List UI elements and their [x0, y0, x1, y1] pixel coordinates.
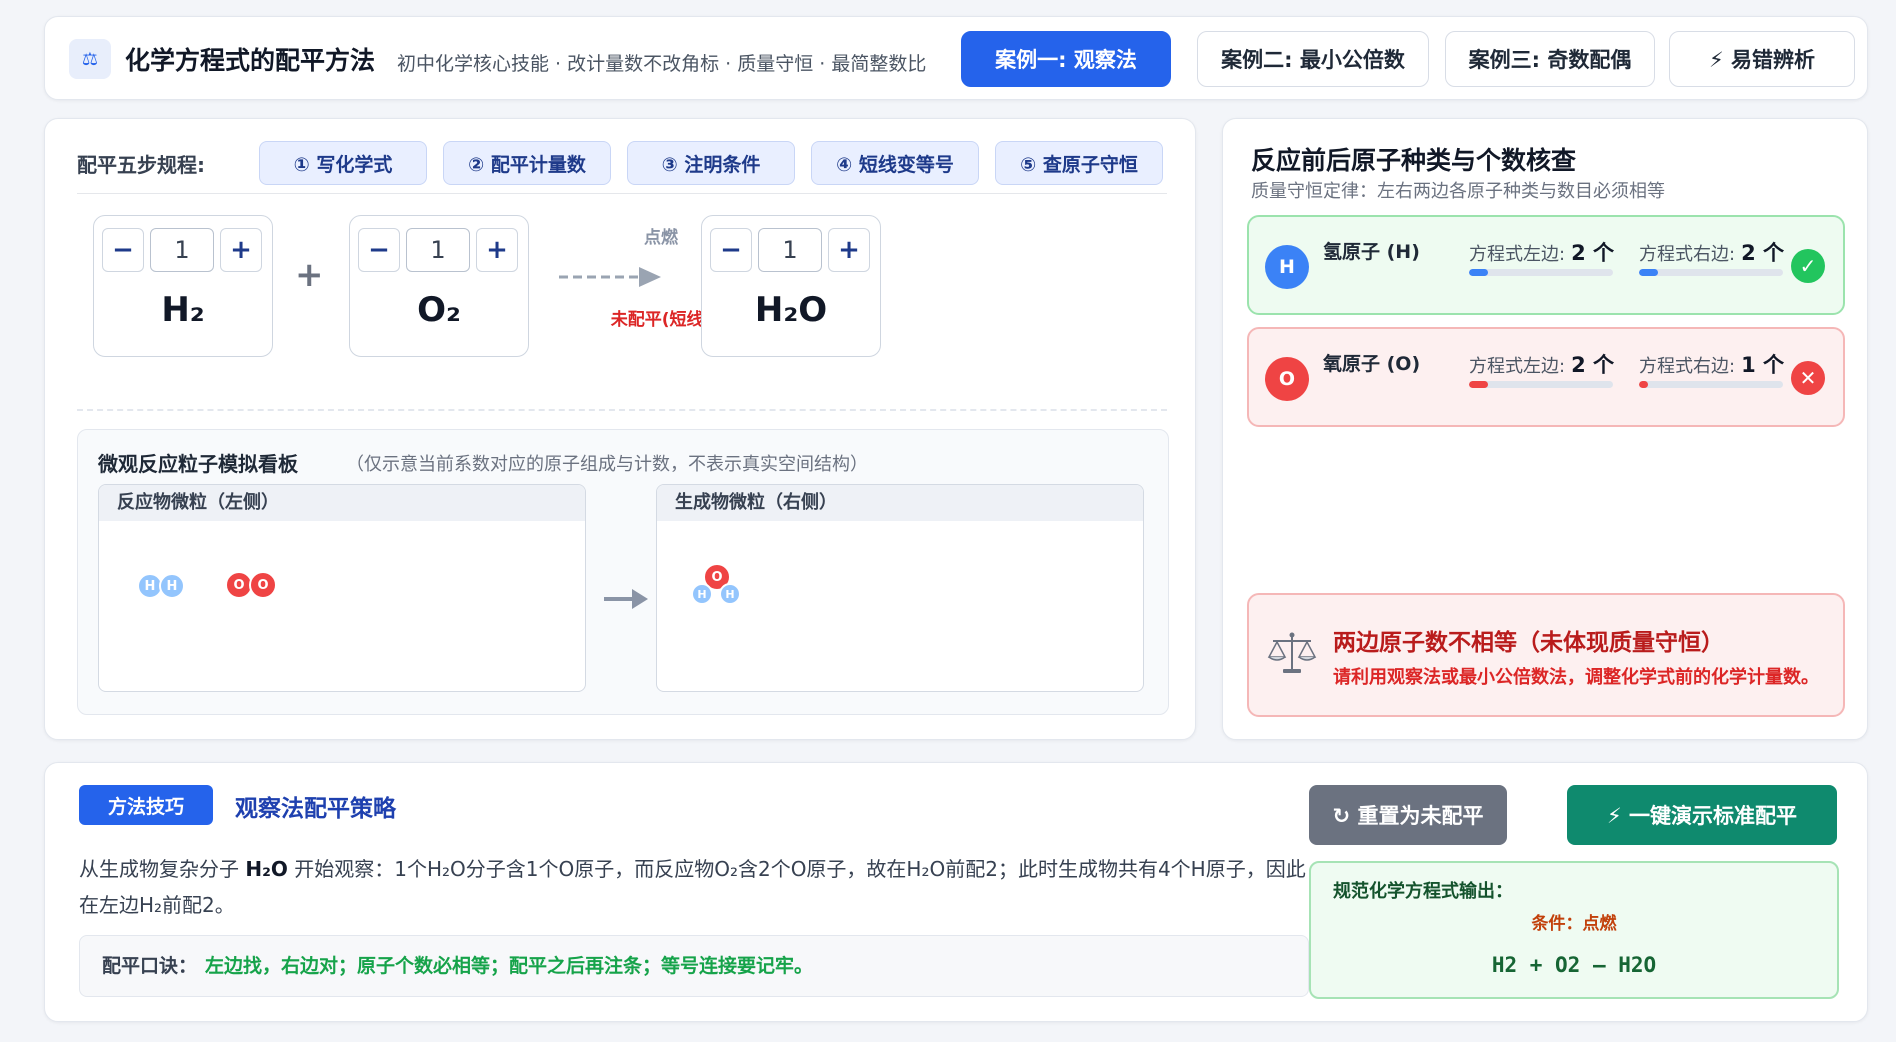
- right-count-label: 方程式右边:: [1639, 356, 1736, 377]
- species-formula: O₂: [417, 290, 461, 330]
- method-title: 观察法配平策略: [235, 796, 396, 822]
- mnemonic-box: 配平口诀： 左边找，右边对；原子个数必相等；配平之后再注条；等号连接要记牢。: [79, 935, 1309, 997]
- oxygen-atom: O: [249, 571, 277, 599]
- increment-button[interactable]: +: [220, 228, 262, 272]
- hydrogen-badge: H: [1265, 245, 1309, 289]
- app-subtitle: 初中化学核心技能 · 改计量数不改角标 · 质量守恒 · 最简整数比: [397, 53, 927, 75]
- right-count-label: 方程式右边:: [1639, 244, 1736, 265]
- balance-logo-icon: ⚖: [69, 39, 111, 79]
- left-count-label: 方程式左边:: [1469, 356, 1566, 377]
- dashed-divider: [77, 409, 1167, 411]
- warning-title: 两边原子数不相等（未体现质量守恒）: [1333, 630, 1724, 656]
- bar-fill: [1469, 269, 1488, 276]
- right-count-bar: [1639, 269, 1783, 276]
- plus-sign: +: [295, 255, 324, 295]
- atom-check-hydrogen: H 氢原子 (H) 方程式左边: 2 个 方程式右边: 2 个 ✓: [1247, 215, 1845, 315]
- right-count-value: 1 个: [1741, 353, 1785, 377]
- coefficient-input[interactable]: 1: [150, 228, 214, 272]
- step-chip-equals[interactable]: ④ 短线变等号: [811, 141, 979, 185]
- bar-fill: [1469, 381, 1488, 388]
- coefficient-input[interactable]: 1: [406, 228, 470, 272]
- left-count-value: 2 个: [1571, 241, 1615, 265]
- bar-fill: [1639, 269, 1658, 276]
- reactant-particles-box: 反应物微粒（左侧） H H O O: [98, 484, 586, 692]
- tab-case-odd-even[interactable]: 案例三: 奇数配偶: [1445, 31, 1655, 87]
- species-formula: H₂O: [754, 290, 828, 330]
- species-formula: H₂: [161, 290, 205, 330]
- decrement-button[interactable]: −: [102, 228, 144, 272]
- left-count-label: 方程式左边:: [1469, 244, 1566, 265]
- micro-particle-board: 微观反应粒子模拟看板 （仅示意当前系数对应的原子组成与计数，不表示真实空间结构）…: [77, 429, 1169, 715]
- increment-button[interactable]: +: [476, 228, 518, 272]
- check-title: 反应前后原子种类与个数核查: [1251, 146, 1577, 175]
- hydrogen-atom: H: [691, 583, 713, 605]
- atom-name: 氧原子 (O): [1323, 353, 1421, 375]
- right-count: 方程式右边: 1 个: [1639, 349, 1784, 379]
- product-particles-box: 生成物微粒（右侧） O H H: [656, 484, 1144, 692]
- right-count: 方程式右边: 2 个: [1639, 237, 1784, 267]
- micro-board-title: 微观反应粒子模拟看板: [98, 452, 298, 476]
- warning-message: 请利用观察法或最小公倍数法，调整化学式前的化学计量数。: [1333, 667, 1819, 688]
- check-subtitle: 质量守恒定律：左右两边各原子种类与数目必须相等: [1251, 181, 1665, 202]
- oxygen-badge: O: [1265, 357, 1309, 401]
- decrement-button[interactable]: −: [358, 228, 400, 272]
- description-key-molecule: H₂O: [245, 857, 288, 881]
- increment-button[interactable]: +: [828, 228, 870, 272]
- reset-button[interactable]: ↻ 重置为未配平: [1309, 785, 1507, 845]
- method-description: 从生成物复杂分子 H₂O 开始观察：1个H₂O分子含1个O原子，而反应物O₂含2…: [79, 851, 1309, 923]
- step-chip-balance[interactable]: ② 配平计量数: [443, 141, 611, 185]
- output-condition: 条件：点燃: [1531, 914, 1617, 934]
- description-text: 从生成物复杂分子: [79, 857, 246, 881]
- coefficient-input[interactable]: 1: [758, 228, 822, 272]
- bar-fill: [1639, 381, 1648, 388]
- steps-label: 配平五步规程:: [77, 153, 205, 177]
- reactant-particles-title: 反应物微粒（左侧）: [99, 485, 585, 521]
- tab-case-lcm[interactable]: 案例二: 最小公倍数: [1197, 31, 1429, 87]
- demo-balance-button[interactable]: ⚡ 一键演示标准配平: [1567, 785, 1837, 845]
- atom-name: 氢原子 (H): [1323, 241, 1420, 263]
- check-icon: ✓: [1791, 249, 1825, 283]
- tab-case-observation[interactable]: 案例一: 观察法: [961, 31, 1171, 87]
- mnemonic-text: 左边找，右边对；原子个数必相等；配平之后再注条；等号连接要记牢。: [205, 955, 814, 977]
- right-count-bar: [1639, 381, 1783, 388]
- species-card-h2o: − 1 + H₂O: [701, 215, 881, 357]
- hydrogen-atom: H: [159, 573, 185, 599]
- decrement-button[interactable]: −: [710, 228, 752, 272]
- imbalance-warning: 两边原子数不相等（未体现质量守恒） 请利用观察法或最小公倍数法，调整化学式前的化…: [1247, 593, 1845, 717]
- coefficient-stepper: − 1 +: [710, 228, 872, 272]
- species-card-o2: − 1 + O₂: [349, 215, 529, 357]
- output-equation: H2 + O2 — H2O: [1491, 953, 1657, 977]
- reaction-arrow-icon: [604, 589, 648, 609]
- dashed-arrow-icon: [559, 267, 661, 287]
- balance-scale-icon: [1267, 632, 1317, 673]
- step-chip-condition[interactable]: ③ 注明条件: [627, 141, 795, 185]
- left-count: 方程式左边: 2 个: [1469, 237, 1614, 267]
- mnemonic-label: 配平口诀：: [102, 955, 198, 977]
- coefficient-stepper: − 1 +: [102, 228, 264, 272]
- product-particles-title: 生成物微粒（右侧）: [657, 485, 1143, 521]
- divider: [77, 193, 1167, 194]
- app-title: 化学方程式的配平方法: [125, 46, 376, 75]
- left-count: 方程式左边: 2 个: [1469, 349, 1614, 379]
- equation-output: 规范化学方程式输出： 条件：点燃 H2 + O2 — H2O: [1309, 861, 1839, 999]
- right-count-value: 2 个: [1741, 241, 1785, 265]
- left-count-bar: [1469, 269, 1613, 276]
- hydrogen-atom: H: [719, 583, 741, 605]
- micro-board-note: （仅示意当前系数对应的原子组成与计数，不表示真实空间结构）: [346, 454, 868, 475]
- equation-workspace: 配平五步规程: ① 写化学式 ② 配平计量数 ③ 注明条件 ④ 短线变等号 ⑤ …: [44, 118, 1196, 740]
- coefficient-stepper: − 1 +: [358, 228, 520, 272]
- species-card-h2: − 1 + H₂: [93, 215, 273, 357]
- left-count-bar: [1469, 381, 1613, 388]
- left-count-value: 2 个: [1571, 353, 1615, 377]
- atom-check-oxygen: O 氧原子 (O) 方程式左边: 2 个 方程式右边: 1 个 ✕: [1247, 327, 1845, 427]
- step-chip-check-atoms[interactable]: ⑤ 查原子守恒: [995, 141, 1163, 185]
- step-chip-write-formula[interactable]: ① 写化学式: [259, 141, 427, 185]
- method-badge: 方法技巧: [79, 785, 213, 825]
- output-title: 规范化学方程式输出：: [1333, 881, 1513, 902]
- tab-common-mistakes[interactable]: ⚡ 易错辨析: [1669, 31, 1855, 87]
- header-bar: ⚖ 化学方程式的配平方法 初中化学核心技能 · 改计量数不改角标 · 质量守恒 …: [44, 16, 1868, 100]
- method-tips-panel: 方法技巧 观察法配平策略 从生成物复杂分子 H₂O 开始观察：1个H₂O分子含1…: [44, 762, 1868, 1022]
- cross-icon: ✕: [1791, 361, 1825, 395]
- atom-check-panel: 反应前后原子种类与个数核查 质量守恒定律：左右两边各原子种类与数目必须相等 H …: [1222, 118, 1868, 740]
